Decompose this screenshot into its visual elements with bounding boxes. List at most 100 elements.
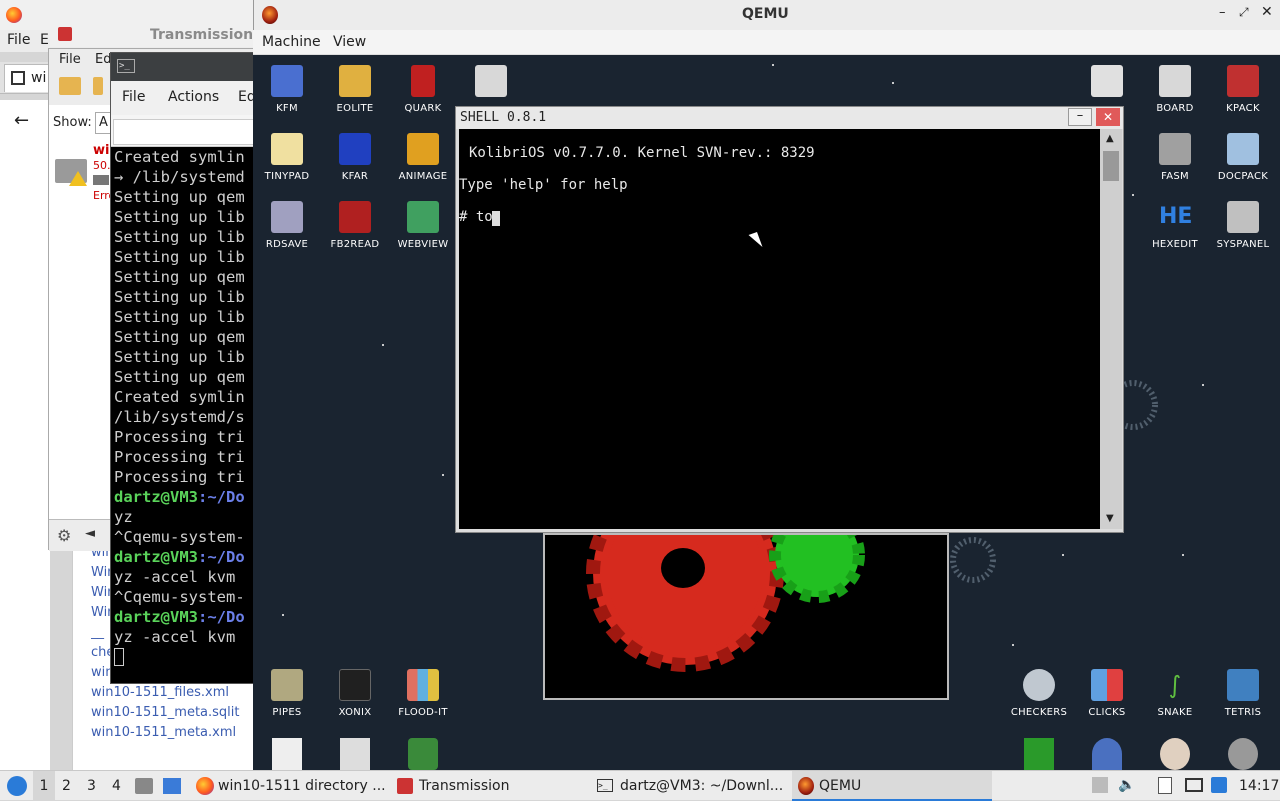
back-arrow-icon[interactable]: ←: [14, 110, 29, 131]
close-icon[interactable]: ✕: [1096, 108, 1120, 126]
desktop-icon-checkers[interactable]: CHECKERS: [1009, 669, 1069, 718]
task-terminal-icon: >_: [597, 779, 613, 792]
qemu-menu-machine[interactable]: Machine: [262, 34, 321, 50]
terminal-line: Setting up lib: [114, 348, 245, 366]
gear-game-icon[interactable]: [1228, 738, 1258, 770]
hexedit-icon: HE: [1159, 204, 1193, 229]
terminal-line: yz -accel kvm: [114, 568, 236, 586]
terminal-prompt: dartz@VM3: [114, 488, 198, 506]
file-link[interactable]: win10-1511_meta.sqlit: [91, 705, 256, 720]
desktop-icon-calculator[interactable]: [461, 65, 521, 103]
clipboard-icon[interactable]: [1158, 777, 1172, 794]
sudoku-icon[interactable]: [272, 738, 302, 770]
firefox-menu-edit[interactable]: E: [40, 32, 49, 48]
shell-cursor: [492, 211, 500, 226]
terminal-line: Created symlin: [114, 388, 245, 406]
file-link[interactable]: win10-1511_meta.xml: [91, 725, 256, 740]
scroll-thumb[interactable]: [1103, 151, 1119, 181]
workspace-4[interactable]: 4: [112, 771, 121, 801]
network-icon[interactable]: [1211, 777, 1227, 793]
desktop-icon-syspanel[interactable]: SYSPANEL: [1213, 201, 1273, 250]
desktop-icon-quark[interactable]: QUARK: [393, 65, 453, 114]
start-menu-icon[interactable]: [7, 776, 27, 796]
piano-icon[interactable]: [1160, 738, 1190, 770]
desktop-icon-fasm[interactable]: FASM: [1145, 133, 1205, 182]
workspace-3[interactable]: 3: [87, 771, 96, 801]
task-firefox[interactable]: win10-1511 directory ...: [218, 771, 386, 801]
warning-icon: [69, 171, 87, 186]
workspace-1[interactable]: 1: [33, 771, 55, 801]
terminal-menu-actions[interactable]: Actions: [168, 89, 219, 105]
desktop-icon-pipes[interactable]: PIPES: [257, 669, 317, 718]
lawnmower-icon[interactable]: [408, 738, 438, 770]
open-folder-icon[interactable]: [93, 77, 103, 95]
desktop-icon-hexedit[interactable]: HE HEXEDIT: [1145, 201, 1205, 250]
desktop-icon-tinypad[interactable]: TINYPAD: [257, 133, 317, 182]
desktop-icon-rdsave[interactable]: RDSAVE: [257, 201, 317, 250]
maximize-icon[interactable]: ⤢: [1239, 5, 1249, 20]
terminal-line: Setting up qem: [114, 188, 245, 206]
navigation-bar: ←: [0, 100, 50, 140]
kfm-icon: [271, 65, 303, 97]
desktop-icon-flood-it[interactable]: FLOOD-IT: [393, 669, 453, 718]
shell-window: SHELL 0.8.1 – ✕ KolibriOS v0.7.7.0. Kern…: [455, 106, 1124, 533]
qemu-menubar: Machine View: [253, 30, 1280, 55]
desktop-icon-kfar[interactable]: KFAR: [325, 133, 385, 182]
desktop-icon-webview[interactable]: WEBVIEW: [393, 201, 453, 250]
firefox-tab-label: wi: [31, 70, 47, 86]
volume-icon[interactable]: 🔈: [1118, 777, 1135, 793]
terminal-tab[interactable]: [113, 119, 255, 145]
grid-game-icon[interactable]: [1024, 738, 1054, 770]
terminal-menu-file[interactable]: File: [122, 89, 145, 105]
display-icon[interactable]: [1185, 778, 1203, 792]
terminal-cursor: [114, 648, 124, 666]
torrent-name: wi: [93, 143, 110, 158]
terminal-line: ^Cqemu-system-: [114, 588, 245, 606]
task-terminal[interactable]: dartz@VM3: ~/Downl...: [620, 771, 783, 801]
desktop-icon-kfm[interactable]: KFM: [257, 65, 317, 114]
desktop-icon-xonix[interactable]: XONIX: [325, 669, 385, 718]
qemu-menu-view[interactable]: View: [333, 34, 366, 50]
mines-icon[interactable]: [340, 738, 370, 770]
firefox-tab[interactable]: wi: [4, 64, 50, 92]
workspace-2[interactable]: 2: [62, 771, 71, 801]
shell-scrollbar[interactable]: ▲ ▼: [1100, 129, 1122, 529]
shell-console[interactable]: KolibriOS v0.7.7.0. Kernel SVN-rev.: 832…: [459, 129, 1100, 529]
desktop-icon-snake[interactable]: ∫ SNAKE: [1145, 669, 1205, 718]
desktop-icon-board[interactable]: BOARD: [1145, 65, 1205, 114]
task-firefox-icon: [196, 777, 214, 795]
arcanii-icon[interactable]: [1092, 738, 1122, 770]
close-icon[interactable]: ✕: [1261, 4, 1273, 20]
shell-title: SHELL 0.8.1: [460, 110, 547, 125]
firefox-menu-file[interactable]: File: [7, 32, 30, 48]
webview-icon: [407, 201, 439, 233]
task-transmission[interactable]: Transmission: [419, 771, 509, 801]
minimize-icon[interactable]: –: [1219, 5, 1226, 20]
file-link[interactable]: win10-1511_files.xml: [91, 685, 256, 700]
desktop-icon-fb2read[interactable]: FB2READ: [325, 201, 385, 250]
gear-icon[interactable]: ⚙: [57, 526, 71, 545]
scroll-up-icon[interactable]: ▲: [1106, 133, 1114, 144]
desktop-icon-docpack[interactable]: DOCPACK: [1213, 133, 1273, 182]
desktop-icon-kpack[interactable]: KPACK: [1213, 65, 1273, 114]
desktop-icon-clicks[interactable]: CLICKS: [1077, 669, 1137, 718]
desktop-icon-tetris[interactable]: TETRIS: [1213, 669, 1273, 718]
turtle-icon[interactable]: ◄: [85, 526, 95, 541]
terminal-line: Setting up lib: [114, 288, 245, 306]
desktop-icon-settings[interactable]: [1077, 65, 1137, 103]
transmission-icon: [58, 27, 72, 41]
file-manager-icon[interactable]: [135, 778, 153, 794]
desktop-icon-eolite[interactable]: EOLITE: [325, 65, 385, 114]
show-desktop-icon[interactable]: [163, 778, 181, 794]
desktop-icon-animage[interactable]: ANIMAGE: [393, 133, 453, 182]
task-qemu-icon: [798, 777, 814, 795]
scroll-down-icon[interactable]: ▼: [1106, 513, 1114, 524]
task-qemu[interactable]: QEMU: [819, 771, 861, 801]
minimize-icon[interactable]: –: [1068, 108, 1092, 126]
task-transmission-icon: [397, 778, 413, 794]
transmission-menu-file[interactable]: File: [59, 52, 81, 67]
kpack-icon: [1227, 65, 1259, 97]
open-folder-icon[interactable]: [59, 77, 81, 95]
transmission-menu-edit[interactable]: Ed: [95, 52, 111, 67]
tray-up-icon[interactable]: [1092, 777, 1108, 793]
